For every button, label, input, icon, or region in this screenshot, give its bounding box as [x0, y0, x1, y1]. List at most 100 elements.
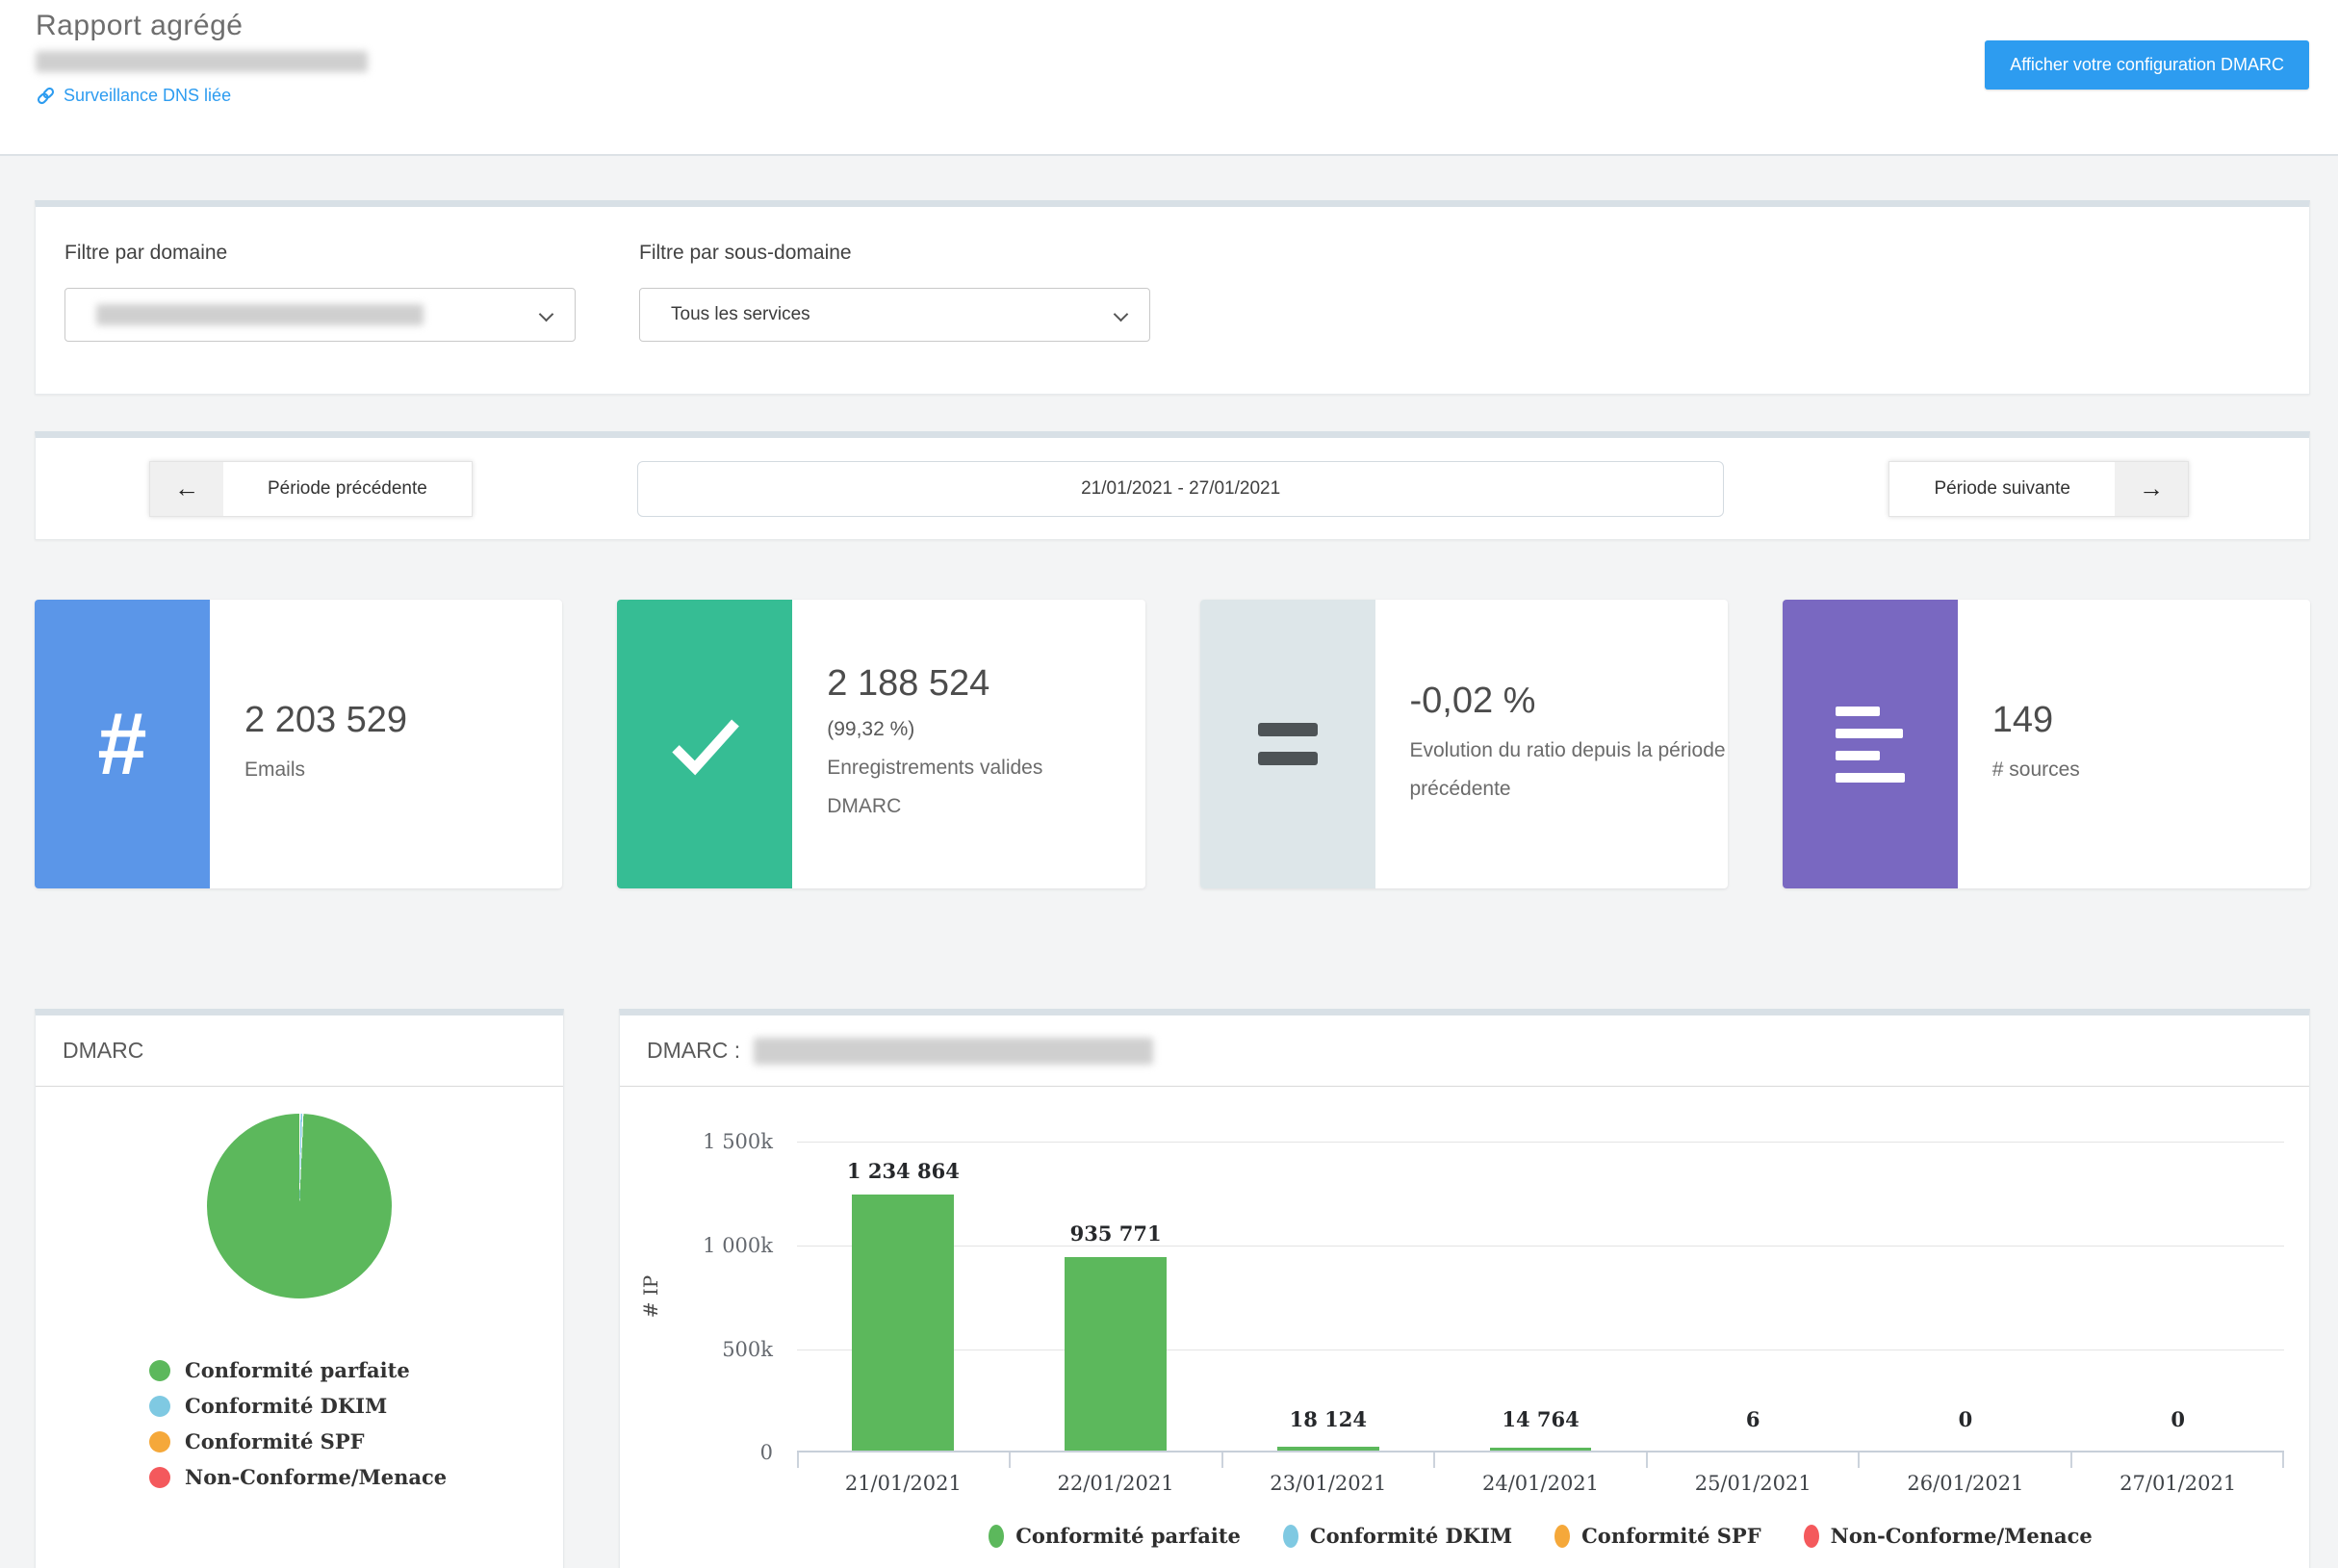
legend-marker [1554, 1525, 1570, 1548]
header-left: Rapport agrégé Surveillance DNS liée [36, 10, 368, 106]
dmarc-pie-card: DMARC Conformité parfaite Conformité DKI… [35, 1009, 564, 1568]
dns-monitoring-link[interactable]: Surveillance DNS liée [36, 86, 368, 106]
equals-glyph [1258, 723, 1318, 765]
legend-marker [1283, 1525, 1298, 1548]
pie-card-header: DMARC [36, 1015, 563, 1087]
bar-column: 0 [1860, 1142, 2072, 1451]
bar-chart-plot: # IP 1 500k 1 000k 500k 0 1 234 864 [797, 1142, 2284, 1452]
legend-marker [149, 1360, 170, 1381]
bar-value-label: 0 [2052, 1407, 2303, 1431]
hash-icon: # [35, 600, 210, 888]
sources-label: # sources [1992, 751, 2310, 789]
top-bar: Rapport agrégé Surveillance DNS liée Aff… [0, 0, 2338, 156]
bar-column: 18 124 [1221, 1142, 1434, 1451]
x-tick-label: 26/01/2021 [1860, 1472, 2072, 1495]
legend-label: Conformité parfaite [185, 1358, 410, 1382]
emails-label: Emails [244, 751, 562, 789]
chevron-down-icon [539, 307, 554, 322]
legend-label: Conformité DKIM [1310, 1524, 1512, 1548]
subdomain-filter-value: Tous les services [671, 304, 810, 325]
ratio-evolution-value: -0,02 % [1410, 681, 1728, 722]
period-navigation-panel: ← Période précédente 21/01/2021 - 27/01/… [35, 431, 2310, 540]
legend-item-conformite-dkim[interactable]: Conformité DKIM [149, 1388, 563, 1424]
ratio-evolution-label: Evolution du ratio depuis la période pré… [1410, 732, 1728, 809]
stats-row: # 2 203 529 Emails 2 188 524 (99,32 %) E… [35, 600, 2310, 888]
stat-card-emails: # 2 203 529 Emails [35, 600, 562, 888]
previous-period-button[interactable]: ← Période précédente [149, 461, 473, 517]
hash-glyph: # [97, 694, 146, 795]
bar-column: 1 234 864 [797, 1142, 1010, 1451]
bar [1490, 1448, 1592, 1451]
subdomain-filter-select[interactable]: Tous les services [639, 288, 1150, 342]
legend-item-conformite-dkim[interactable]: Conformité DKIM [1283, 1524, 1512, 1548]
legend-item-conformite-spf[interactable]: Conformité SPF [149, 1424, 563, 1459]
bar-card-title: DMARC : [647, 1038, 740, 1064]
y-tick: 500k [643, 1338, 773, 1361]
legend-marker [1804, 1525, 1819, 1548]
legend-label: Non-Conforme/Menace [185, 1465, 447, 1489]
bar-card-header: DMARC : [620, 1015, 2309, 1087]
bar-column: 6 [1647, 1142, 1860, 1451]
x-axis-labels: 21/01/2021 22/01/2021 23/01/2021 24/01/2… [797, 1472, 2284, 1495]
redacted-domain-value [96, 304, 424, 325]
chevron-down-icon [1114, 307, 1129, 322]
legend-item-non-conforme-menace[interactable]: Non-Conforme/Menace [1804, 1524, 2093, 1548]
stat-body: -0,02 % Evolution du ratio depuis la pér… [1375, 600, 1728, 888]
stat-card-ratio-evolution: -0,02 % Evolution du ratio depuis la pér… [1200, 600, 1728, 888]
y-tick: 1 000k [643, 1234, 773, 1257]
valid-dmarc-percent: (99,32 %) [827, 710, 1144, 749]
legend-label: Non-Conforme/Menace [1831, 1524, 2093, 1548]
bar-column: 0 [2071, 1142, 2284, 1451]
next-period-button[interactable]: Période suivante → [1888, 461, 2189, 517]
x-tick-label: 25/01/2021 [1647, 1472, 1860, 1495]
pie-legend: Conformité parfaite Conformité DKIM Conf… [149, 1352, 563, 1495]
domain-filter-select[interactable] [64, 288, 576, 342]
bar [1277, 1447, 1379, 1451]
previous-period-label: Période précédente [223, 462, 472, 516]
sources-count: 149 [1992, 700, 2310, 741]
domain-filter-group: Filtre par domaine [64, 242, 576, 394]
legend-marker [989, 1525, 1004, 1548]
legend-item-conformite-spf[interactable]: Conformité SPF [1554, 1524, 1761, 1548]
bar-value-label: 1 234 864 [778, 1159, 1029, 1183]
arrow-left-icon: ← [150, 462, 223, 516]
charts-row: DMARC Conformité parfaite Conformité DKI… [35, 1009, 2310, 1568]
list-glyph [1836, 707, 1905, 783]
stat-card-sources: 149 # sources [1783, 600, 2310, 888]
link-chain-icon [36, 86, 56, 106]
y-tick: 1 500k [643, 1130, 773, 1153]
arrow-right-icon: → [2115, 462, 2188, 516]
x-axis-ticks [797, 1452, 2284, 1468]
legend-label: Conformité parfaite [1015, 1524, 1241, 1548]
bar-column: 935 771 [1010, 1142, 1222, 1451]
bar [852, 1195, 954, 1451]
bar-column: 14 764 [1434, 1142, 1647, 1451]
redacted-domain-title [754, 1038, 1153, 1065]
stat-body: 2 203 529 Emails [210, 600, 562, 888]
subdomain-filter-group: Filtre par sous-domaine Tous les service… [639, 242, 1150, 394]
show-dmarc-config-button[interactable]: Afficher votre configuration DMARC [1985, 40, 2309, 90]
x-tick-label: 21/01/2021 [797, 1472, 1010, 1495]
legend-marker [149, 1396, 170, 1417]
bars: 1 234 864 935 771 18 124 14 764 [797, 1142, 2284, 1451]
legend-item-conformite-parfaite[interactable]: Conformité parfaite [149, 1352, 563, 1388]
filters-panel: Filtre par domaine Filtre par sous-domai… [35, 200, 2310, 395]
domain-filter-label: Filtre par domaine [64, 242, 576, 265]
date-range-input[interactable]: 21/01/2021 - 27/01/2021 [637, 461, 1724, 517]
legend-item-non-conforme-menace[interactable]: Non-Conforme/Menace [149, 1459, 563, 1495]
legend-item-conformite-parfaite[interactable]: Conformité parfaite [989, 1524, 1241, 1548]
check-icon [617, 600, 792, 888]
page-title: Rapport agrégé [36, 10, 368, 42]
dmarc-bar-card: DMARC : # IP 1 500k 1 000k 500k 0 1 234 … [619, 1009, 2310, 1568]
y-tick: 0 [643, 1441, 773, 1464]
valid-dmarc-count: 2 188 524 [827, 663, 1144, 705]
valid-dmarc-label: Enregistrements valides DMARC [827, 749, 1072, 826]
legend-label: Conformité SPF [185, 1429, 365, 1453]
y-axis-label: # IP [639, 1274, 662, 1317]
redacted-domain-subtitle [36, 51, 368, 72]
next-period-label: Période suivante [1889, 462, 2115, 516]
emails-count: 2 203 529 [244, 700, 562, 741]
legend-label: Conformité DKIM [185, 1394, 387, 1418]
equals-icon [1200, 600, 1375, 888]
legend-label: Conformité SPF [1581, 1524, 1761, 1548]
